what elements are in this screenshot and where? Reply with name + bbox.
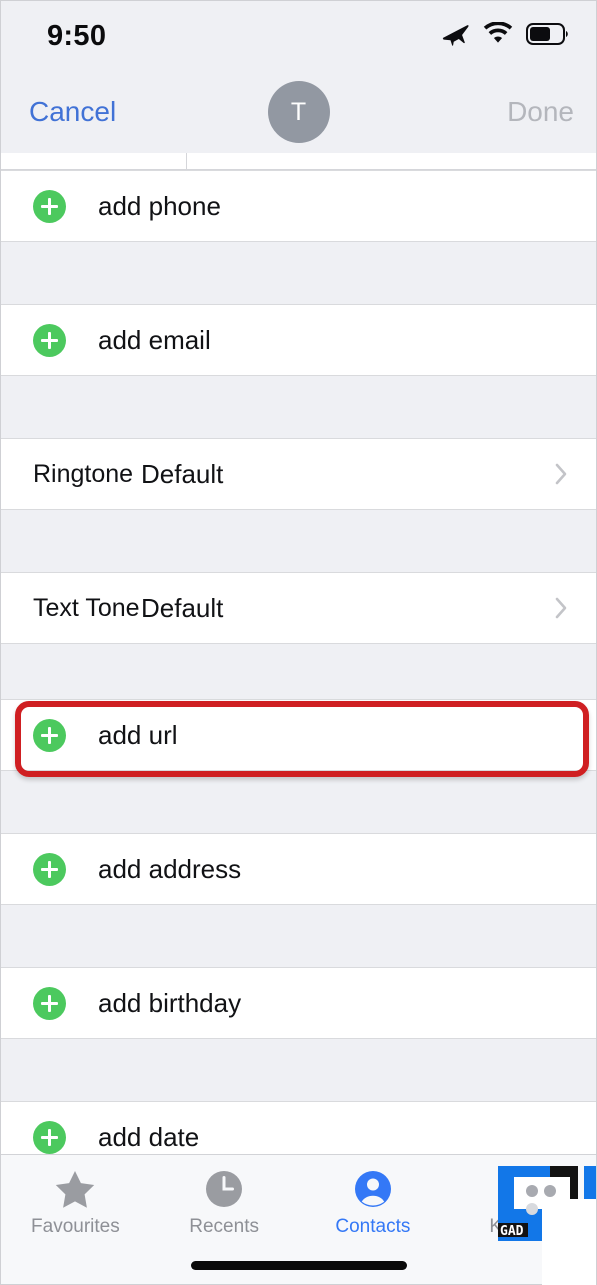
keypad-icon [503, 1169, 541, 1209]
avatar-initial: T [290, 97, 307, 126]
navigation-bar: Cancel T Done [1, 71, 596, 153]
plus-icon [33, 323, 66, 357]
airplane-mode-icon [440, 22, 470, 51]
text-tone-value: Default [141, 592, 224, 623]
ringtone-value: Default [141, 458, 224, 489]
tab-keypad-label: Keypad [489, 1216, 554, 1237]
done-button[interactable]: Done [507, 96, 574, 128]
status-bar: 9:50 [1, 1, 596, 71]
section-gap [1, 644, 596, 699]
text-tone-row[interactable]: Text Tone Default [1, 572, 596, 644]
tab-favourites[interactable]: Favourites [1, 1169, 150, 1238]
tab-keypad[interactable]: Keypad [447, 1169, 596, 1238]
chevron-right-icon [555, 463, 568, 485]
plus-icon [33, 986, 66, 1020]
contact-edit-form[interactable]: add phone add email Ringtone Default Tex… [1, 153, 596, 1154]
ringtone-row[interactable]: Ringtone Default [1, 438, 596, 510]
section-gap [1, 510, 596, 572]
clock-icon [205, 1169, 243, 1209]
ringtone-label: Ringtone [33, 459, 134, 488]
plus-icon [33, 718, 66, 752]
status-time: 9:50 [47, 19, 107, 52]
tab-bar: Favourites Recents Contacts Keypad [1, 1154, 596, 1284]
phone-screen: 9:50 Cancel T Done add phone add email R… [0, 0, 597, 1285]
section-gap [1, 242, 596, 304]
tab-contacts[interactable]: Contacts [299, 1169, 448, 1238]
plus-icon [33, 1120, 66, 1154]
add-date-label: add date [98, 1121, 200, 1152]
add-birthday-label: add birthday [98, 987, 242, 1018]
add-phone-row[interactable]: add phone [1, 170, 596, 242]
add-email-label: add email [98, 324, 211, 355]
section-gap [1, 905, 596, 967]
star-icon [55, 1169, 95, 1209]
text-tone-label: Text Tone [33, 593, 140, 622]
add-email-row[interactable]: add email [1, 304, 596, 376]
plus-icon [33, 189, 66, 223]
chevron-right-icon [555, 597, 568, 619]
add-date-row[interactable]: add date [1, 1101, 596, 1154]
add-url-label: add url [98, 719, 178, 750]
section-gap [1, 771, 596, 833]
battery-icon [526, 22, 570, 50]
status-icons [440, 21, 570, 51]
add-address-label: add address [98, 853, 242, 884]
avatar[interactable]: T [267, 81, 330, 143]
name-fields-clipped [1, 153, 596, 170]
add-phone-label: add phone [98, 190, 221, 221]
person-icon [354, 1169, 392, 1209]
tab-favourites-label: Favourites [31, 1216, 120, 1237]
tab-contacts-label: Contacts [335, 1216, 411, 1237]
section-gap [1, 1039, 596, 1101]
add-url-row[interactable]: add url [1, 699, 596, 771]
home-indicator [190, 1261, 407, 1270]
add-birthday-row[interactable]: add birthday [1, 967, 596, 1039]
plus-icon [33, 852, 66, 886]
section-gap [1, 376, 596, 438]
tab-recents-label: Recents [189, 1216, 259, 1237]
wifi-icon [483, 21, 513, 50]
tab-recents[interactable]: Recents [150, 1169, 299, 1238]
cancel-button[interactable]: Cancel [29, 96, 116, 128]
add-address-row[interactable]: add address [1, 833, 596, 905]
